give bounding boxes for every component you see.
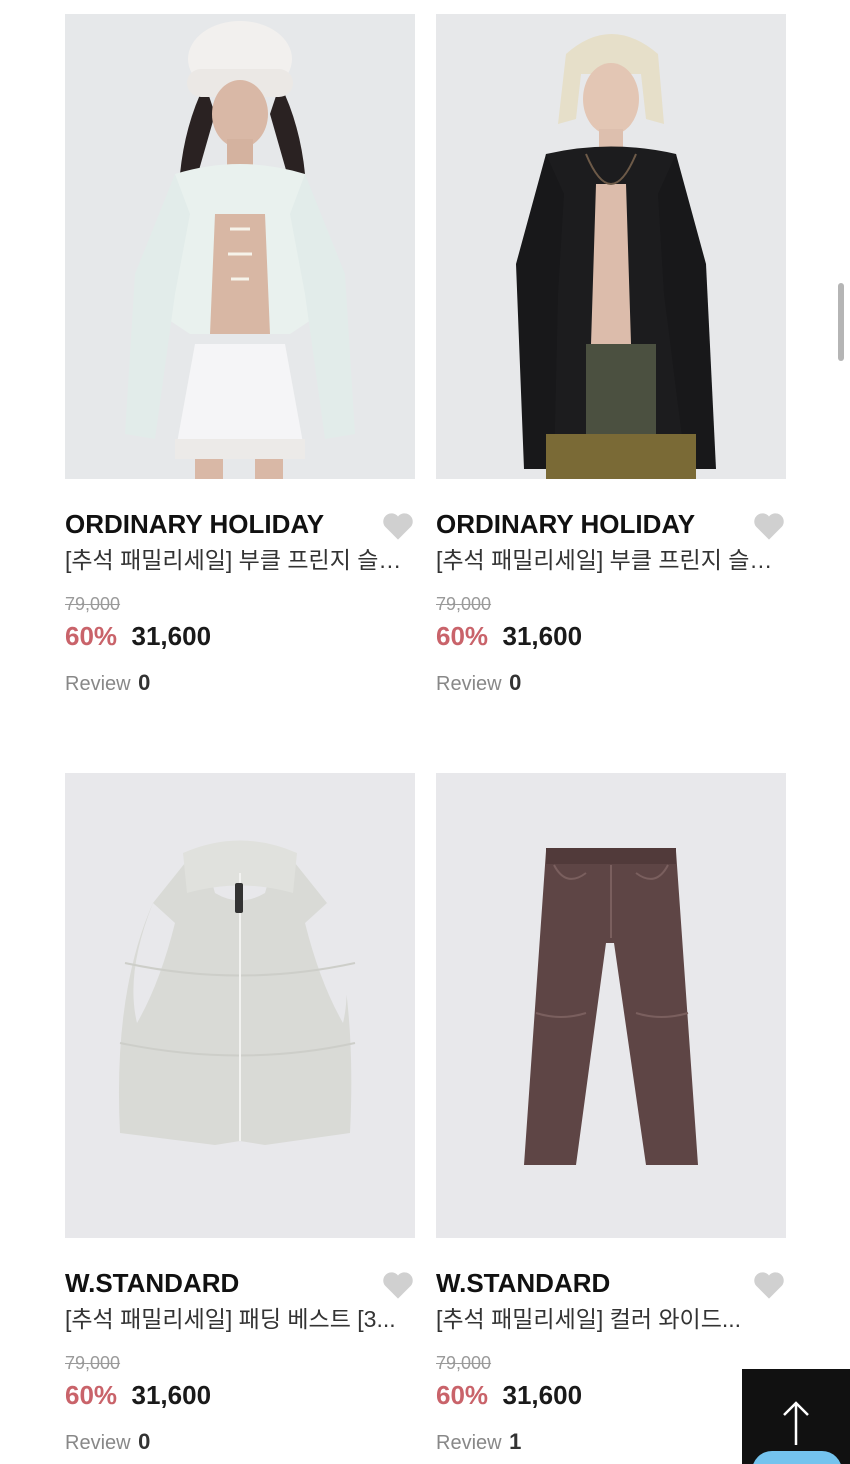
scrollbar-thumb[interactable]: [838, 283, 844, 361]
arrow-up-icon: [783, 1401, 809, 1445]
sale-price: 31,600: [502, 621, 583, 651]
heart-icon[interactable]: [752, 511, 786, 541]
review-label: Review: [65, 1432, 131, 1454]
review-info: Review 1: [436, 1429, 786, 1456]
product-image[interactable]: [65, 14, 415, 479]
brand-name[interactable]: W.STANDARD: [65, 1266, 415, 1300]
product-name[interactable]: [추석 패밀리세일] 부클 프린지 슬림...: [436, 545, 786, 575]
discount-rate: 60%: [436, 621, 489, 651]
original-price: 79,000: [436, 1353, 492, 1373]
product-card[interactable]: W.STANDARD [추석 패밀리세일] 컬러 와이드... 79,000 6…: [436, 773, 786, 1456]
review-label: Review: [65, 673, 131, 695]
scroll-top-button[interactable]: [742, 1369, 850, 1464]
review-label: Review: [436, 673, 502, 695]
price-row: 60% 31,600: [436, 1378, 786, 1417]
review-count: 0: [509, 670, 522, 695]
product-name[interactable]: [추석 패밀리세일] 부클 프린지 슬림...: [65, 545, 415, 575]
original-price: 79,000: [436, 594, 492, 614]
sale-price: 31,600: [131, 621, 212, 651]
price-row: 60% 31,600: [436, 619, 786, 658]
review-count: 0: [138, 1429, 151, 1454]
review-info: Review 0: [65, 670, 415, 697]
review-info: Review 0: [436, 670, 786, 697]
chat-button-edge[interactable]: [752, 1451, 842, 1464]
sale-price: 31,600: [131, 1380, 212, 1410]
product-name[interactable]: [추석 패밀리세일] 패딩 베스트 [3...: [65, 1304, 415, 1334]
review-count: 0: [138, 670, 151, 695]
product-image[interactable]: [65, 773, 415, 1238]
original-price: 79,000: [65, 594, 121, 614]
review-label: Review: [436, 1432, 502, 1454]
product-image[interactable]: [436, 773, 786, 1238]
sale-price: 31,600: [502, 1380, 583, 1410]
product-card[interactable]: ORDINARY HOLIDAY [추석 패밀리세일] 부클 프린지 슬림...…: [436, 14, 786, 697]
price-row: 60% 31,600: [65, 619, 415, 658]
product-image[interactable]: [436, 14, 786, 479]
price-row: 60% 31,600: [65, 1378, 415, 1417]
discount-rate: 60%: [436, 1380, 489, 1410]
product-card[interactable]: W.STANDARD [추석 패밀리세일] 패딩 베스트 [3... 79,00…: [65, 773, 415, 1456]
review-info: Review 0: [65, 1429, 415, 1456]
original-price: 79,000: [65, 1353, 121, 1373]
brand-name[interactable]: ORDINARY HOLIDAY: [65, 507, 415, 541]
discount-rate: 60%: [65, 621, 118, 651]
product-name[interactable]: [추석 패밀리세일] 컬러 와이드...: [436, 1304, 786, 1334]
heart-icon[interactable]: [381, 511, 415, 541]
review-count: 1: [509, 1429, 522, 1454]
heart-icon[interactable]: [381, 1270, 415, 1300]
product-card[interactable]: ORDINARY HOLIDAY [추석 패밀리세일] 부클 프린지 슬림...…: [65, 14, 415, 697]
brand-name[interactable]: ORDINARY HOLIDAY: [436, 507, 786, 541]
discount-rate: 60%: [65, 1380, 118, 1410]
heart-icon[interactable]: [752, 1270, 786, 1300]
brand-name[interactable]: W.STANDARD: [436, 1266, 786, 1300]
